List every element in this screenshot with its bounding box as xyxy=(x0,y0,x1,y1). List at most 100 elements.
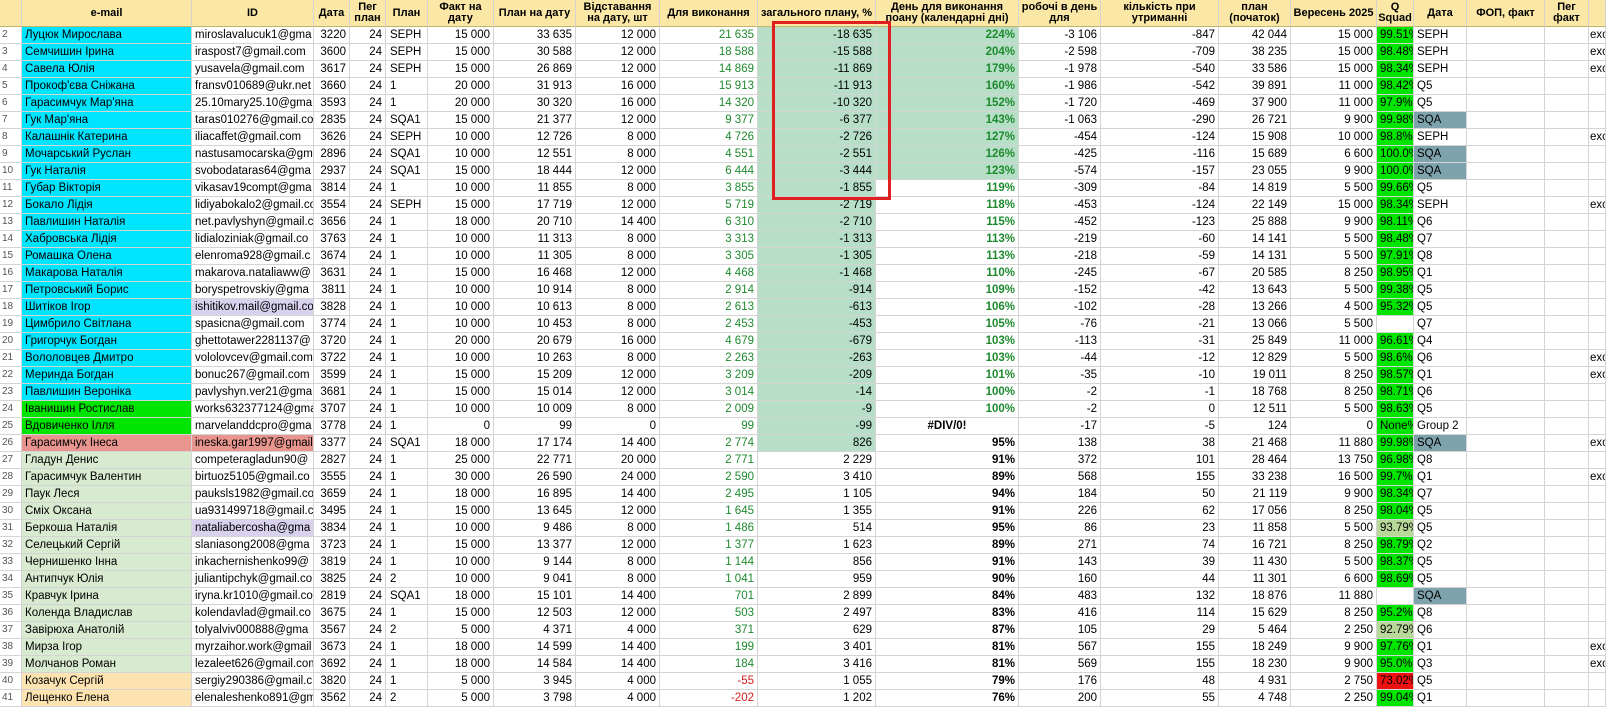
workdays-cell[interactable]: -10 xyxy=(1101,367,1219,384)
email-cell[interactable]: iliacaffet@gmail.com xyxy=(192,129,314,146)
row-number[interactable]: 30 xyxy=(0,503,22,520)
workdays-cell[interactable]: -12 xyxy=(1101,350,1219,367)
fact-cell[interactable]: 33 635 xyxy=(494,27,576,44)
plan-to-date-cell[interactable]: 14 400 xyxy=(576,588,660,605)
date-cell[interactable]: 24 xyxy=(350,197,386,214)
retention-cell[interactable]: 18 230 xyxy=(1219,656,1291,673)
fop-cell[interactable] xyxy=(1545,163,1589,180)
plan-to-date-cell[interactable]: 8 000 xyxy=(576,129,660,146)
plan-start-cell[interactable]: 8 250 xyxy=(1291,384,1377,401)
plan-to-date-cell[interactable]: 12 000 xyxy=(576,605,660,622)
percent-cell[interactable]: #DIV/0! xyxy=(876,418,1019,435)
extra-cell[interactable] xyxy=(1589,673,1606,690)
peg-plan-cell[interactable]: 1 xyxy=(386,231,428,248)
plan-start-cell[interactable]: 9 900 xyxy=(1291,486,1377,503)
row-number[interactable]: 9 xyxy=(0,146,22,163)
percent-cell[interactable]: 160% xyxy=(876,78,1019,95)
plan-start-cell[interactable]: 9 900 xyxy=(1291,639,1377,656)
extra-cell[interactable]: exc xyxy=(1589,197,1606,214)
squad-cell[interactable]: Q6 xyxy=(1414,214,1467,231)
lag-cell[interactable]: 15 913 xyxy=(660,78,758,95)
row-number[interactable]: 5 xyxy=(0,78,22,95)
id-cell[interactable]: 2819 xyxy=(314,588,350,605)
plan-to-date-cell[interactable]: 8 000 xyxy=(576,571,660,588)
id-cell[interactable]: 3617 xyxy=(314,61,350,78)
name-cell[interactable]: Петровський Борис xyxy=(22,282,192,299)
days-cell[interactable]: -219 xyxy=(1019,231,1101,248)
september-cell[interactable]: 97.91% xyxy=(1377,248,1414,265)
email-cell[interactable]: yusavela@gmail.com xyxy=(192,61,314,78)
september-cell[interactable]: 98.48% xyxy=(1377,44,1414,61)
date-cell[interactable]: 24 xyxy=(350,503,386,520)
id-cell[interactable]: 3554 xyxy=(314,197,350,214)
fop-cell[interactable] xyxy=(1545,299,1589,316)
row-number[interactable]: 19 xyxy=(0,316,22,333)
fop-cell[interactable] xyxy=(1545,197,1589,214)
september-cell[interactable]: 99.66% xyxy=(1377,180,1414,197)
email-cell[interactable]: kolendavlad@gmail.co xyxy=(192,605,314,622)
plan-to-date-cell[interactable]: 14 400 xyxy=(576,486,660,503)
name-cell[interactable]: Павлишин Вероніка xyxy=(22,384,192,401)
email-cell[interactable]: vikasav19compt@gma xyxy=(192,180,314,197)
name-cell[interactable]: Беркоша Наталія xyxy=(22,520,192,537)
column-header[interactable] xyxy=(0,0,22,27)
id-cell[interactable]: 3811 xyxy=(314,282,350,299)
workdays-cell[interactable]: -542 xyxy=(1101,78,1219,95)
plan-to-date-cell[interactable]: 24 000 xyxy=(576,469,660,486)
fact-cell[interactable]: 20 710 xyxy=(494,214,576,231)
name-cell[interactable]: Селецький Сергій xyxy=(22,537,192,554)
workdays-cell[interactable]: 44 xyxy=(1101,571,1219,588)
september-cell[interactable]: 95.2% xyxy=(1377,605,1414,622)
squad-cell[interactable]: Q6 xyxy=(1414,350,1467,367)
squad-cell[interactable]: Q5 xyxy=(1414,299,1467,316)
row-number[interactable]: 21 xyxy=(0,350,22,367)
fact-cell[interactable]: 11 305 xyxy=(494,248,576,265)
to-complete-cell[interactable]: 3 410 xyxy=(758,469,876,486)
plan-to-date-cell[interactable]: 16 000 xyxy=(576,95,660,112)
squad-cell[interactable]: Q5 xyxy=(1414,401,1467,418)
email-cell[interactable]: iraspost7@gmail.com xyxy=(192,44,314,61)
date-cell[interactable]: 24 xyxy=(350,61,386,78)
workdays-cell[interactable]: -42 xyxy=(1101,282,1219,299)
row-number[interactable]: 35 xyxy=(0,588,22,605)
name-cell[interactable]: Луцюк Мирослава xyxy=(22,27,192,44)
email-cell[interactable]: tolyalviv000888@gma xyxy=(192,622,314,639)
to-complete-cell[interactable]: 1 202 xyxy=(758,690,876,707)
days-cell[interactable]: -574 xyxy=(1019,163,1101,180)
name-cell[interactable]: Гладун Денис xyxy=(22,452,192,469)
fop-cell[interactable] xyxy=(1545,78,1589,95)
date-cell[interactable]: 24 xyxy=(350,146,386,163)
plan-cell[interactable]: 18 000 xyxy=(428,486,494,503)
percent-cell[interactable]: 204% xyxy=(876,44,1019,61)
date-cell[interactable]: 24 xyxy=(350,95,386,112)
days-cell[interactable]: 184 xyxy=(1019,486,1101,503)
days-cell[interactable]: -152 xyxy=(1019,282,1101,299)
september-cell[interactable]: 93.79% xyxy=(1377,520,1414,537)
september-cell[interactable]: 98.71% xyxy=(1377,384,1414,401)
name-cell[interactable]: Завірюха Анатолій xyxy=(22,622,192,639)
date2-cell[interactable] xyxy=(1467,571,1545,588)
email-cell[interactable]: 25.10mary25.10@gma xyxy=(192,95,314,112)
peg-plan-cell[interactable]: 1 xyxy=(386,673,428,690)
id-cell[interactable]: 3722 xyxy=(314,350,350,367)
id-cell[interactable]: 3707 xyxy=(314,401,350,418)
squad-cell[interactable]: Q7 xyxy=(1414,316,1467,333)
lag-cell[interactable]: 4 726 xyxy=(660,129,758,146)
extra-cell[interactable] xyxy=(1589,265,1606,282)
days-cell[interactable]: 567 xyxy=(1019,639,1101,656)
row-number[interactable]: 23 xyxy=(0,384,22,401)
fop-cell[interactable] xyxy=(1545,401,1589,418)
row-number[interactable]: 4 xyxy=(0,61,22,78)
days-cell[interactable]: 160 xyxy=(1019,571,1101,588)
name-cell[interactable]: Павлишин Наталія xyxy=(22,214,192,231)
id-cell[interactable]: 3681 xyxy=(314,384,350,401)
plan-to-date-cell[interactable]: 8 000 xyxy=(576,146,660,163)
squad-cell[interactable]: Q8 xyxy=(1414,248,1467,265)
lag-cell[interactable]: 2 495 xyxy=(660,486,758,503)
date-cell[interactable]: 24 xyxy=(350,486,386,503)
fact-cell[interactable]: 13 377 xyxy=(494,537,576,554)
date-cell[interactable]: 24 xyxy=(350,333,386,350)
lag-cell[interactable]: 2 914 xyxy=(660,282,758,299)
row-number[interactable]: 33 xyxy=(0,554,22,571)
name-cell[interactable]: Прокоф'єва Сніжана xyxy=(22,78,192,95)
